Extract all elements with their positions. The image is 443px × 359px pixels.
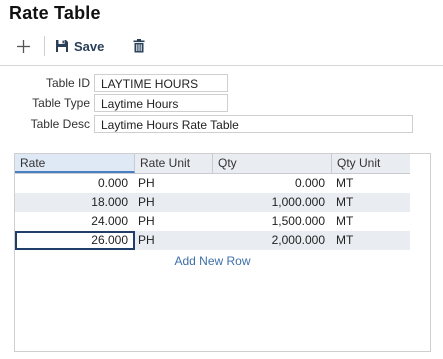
rate-cell[interactable]: 24.000 (15, 212, 135, 231)
header-divider (0, 65, 443, 66)
table-row[interactable]: 26.000 PH 2,000.000 MT (15, 231, 410, 250)
rate-grid: Rate Rate Unit Qty Qty Unit 0.000 PH 0.0… (14, 153, 431, 352)
grid-header: Rate Rate Unit Qty Qty Unit (15, 154, 410, 174)
qty-cell[interactable]: 2,000.000 (213, 231, 332, 250)
rate-cell-editing[interactable]: 26.000 (15, 231, 135, 250)
add-new-row-link[interactable]: Add New Row (15, 254, 410, 268)
rate-unit-cell[interactable]: PH (135, 231, 213, 250)
table-id-field[interactable]: LAYTIME HOURS (94, 74, 228, 92)
rate-unit-cell[interactable]: PH (135, 174, 213, 193)
toolbar: Save (9, 33, 147, 59)
table-row[interactable]: 0.000 PH 0.000 MT (15, 174, 410, 193)
rate-unit-cell[interactable]: PH (135, 212, 213, 231)
save-button-label: Save (74, 38, 105, 54)
trash-icon (133, 39, 145, 53)
column-header-qty[interactable]: Qty (213, 154, 332, 173)
page-title: Rate Table (9, 3, 101, 23)
save-button[interactable]: Save (55, 34, 104, 58)
rate-unit-cell[interactable]: PH (135, 193, 213, 212)
qty-unit-cell[interactable]: MT (332, 174, 410, 193)
toolbar-separator (44, 36, 45, 56)
qty-unit-cell[interactable]: MT (332, 231, 410, 250)
qty-unit-cell[interactable]: MT (332, 212, 410, 231)
rate-cell[interactable]: 0.000 (15, 174, 135, 193)
column-header-rate[interactable]: Rate (15, 154, 135, 173)
qty-unit-cell[interactable]: MT (332, 193, 410, 212)
table-type-label: Table Type (32, 96, 90, 110)
qty-cell[interactable]: 1,000.000 (213, 193, 332, 212)
qty-cell[interactable]: 0.000 (213, 174, 332, 193)
qty-cell[interactable]: 1,500.000 (213, 212, 332, 231)
table-type-field[interactable]: Laytime Hours (94, 94, 228, 112)
column-header-rate-unit[interactable]: Rate Unit (135, 154, 213, 173)
plus-icon (16, 39, 30, 53)
table-row[interactable]: 18.000 PH 1,000.000 MT (15, 193, 410, 212)
column-header-qty-unit[interactable]: Qty Unit (332, 154, 410, 173)
table-desc-label: Table Desc (30, 117, 90, 131)
rate-cell[interactable]: 18.000 (15, 193, 135, 212)
grid-body: 0.000 PH 0.000 MT 18.000 PH 1,000.000 MT… (15, 174, 410, 250)
table-id-label: Table ID (45, 76, 90, 90)
table-row[interactable]: 24.000 PH 1,500.000 MT (15, 212, 410, 231)
table-desc-field[interactable]: Laytime Hours Rate Table (94, 115, 413, 133)
floppy-disk-icon (56, 40, 68, 52)
delete-button[interactable] (131, 34, 147, 58)
add-button[interactable] (12, 34, 34, 58)
